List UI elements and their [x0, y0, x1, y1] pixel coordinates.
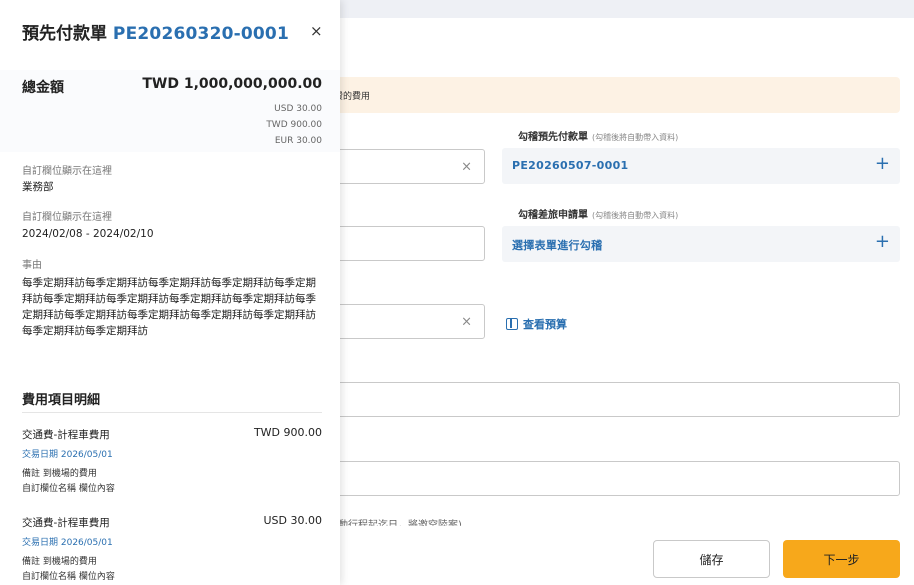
expense-section-title: 費用項目明細 [22, 393, 101, 408]
prepayment-detail-panel: 預先付款單 PE20260320-0001 × 總金額 TWD 1,000,00… [0, 0, 340, 585]
travel-label: 勾稽差旅申請單 (勾稽後將自動帶入資料) [518, 210, 679, 221]
panel-title: 預先付款單 PE20260320-0001 [22, 24, 289, 44]
custom-field-value: 業務部 [22, 181, 54, 193]
plus-icon[interactable]: + [875, 231, 890, 252]
partial-hint-text: 動行程起迄日，將邀空陸案) [338, 520, 462, 531]
reason-label: 事由 [22, 260, 42, 271]
view-budget-link[interactable]: 查看預算 [506, 316, 567, 332]
item-amount: USD 30.00 [263, 514, 323, 527]
travel-picker[interactable]: 選擇表單進行勾稽 + [502, 226, 900, 262]
item-date: 交易日期 2026/05/01 [22, 538, 113, 548]
total-value: TWD 1,000,000,000.00 [142, 76, 322, 92]
subtotal: TWD 900.00 [266, 120, 322, 130]
document-number: PE20260320-0001 [112, 24, 289, 44]
subtotal: EUR 30.00 [274, 136, 322, 146]
clear-icon[interactable]: × [461, 314, 472, 329]
item-note: 備註 到機場的費用 [22, 469, 97, 479]
form-field-5[interactable] [300, 461, 900, 496]
prepay-label: 勾稽預先付款單 (勾稽後將自動帶入資料) [518, 132, 679, 143]
item-name: 交通費-計程車費用 [22, 517, 110, 529]
item-amount: TWD 900.00 [253, 426, 322, 439]
custom-field-label: 自訂欄位顯示在這裡 [22, 212, 112, 223]
custom-field-label: 自訂欄位顯示在這裡 [22, 166, 112, 177]
close-icon[interactable]: × [310, 22, 323, 40]
clear-icon[interactable]: × [461, 159, 472, 174]
prepay-value: PE20260507-0001 [512, 159, 629, 172]
item-date: 交易日期 2026/05/01 [22, 450, 113, 460]
item-note: 備註 到機場的費用 [22, 557, 97, 567]
plus-icon[interactable]: + [875, 153, 890, 174]
save-button[interactable]: 儲存 [653, 540, 770, 578]
item-custom-field: 自訂欄位名稱 欄位內容 [22, 572, 115, 582]
subtotal: USD 30.00 [274, 104, 322, 114]
custom-field-value: 2024/02/08 - 2024/02/10 [22, 228, 154, 240]
next-button[interactable]: 下一步 [783, 540, 900, 578]
notice-banner: 費的費用 [300, 77, 900, 113]
form-field-4[interactable] [300, 382, 900, 417]
item-name: 交通費-計程車費用 [22, 429, 110, 441]
divider [22, 412, 322, 413]
total-label: 總金額 [22, 80, 64, 96]
sidebar-icon [506, 318, 518, 330]
travel-value: 選擇表單進行勾稽 [512, 239, 603, 252]
item-custom-field: 自訂欄位名稱 欄位內容 [22, 484, 115, 494]
prepay-picker[interactable]: PE20260507-0001 + [502, 148, 900, 184]
reason-value: 每季定期拜訪每季定期拜訪每季定期拜訪每季定期拜訪每季定期拜訪每季定期拜訪每季定期… [22, 277, 316, 337]
